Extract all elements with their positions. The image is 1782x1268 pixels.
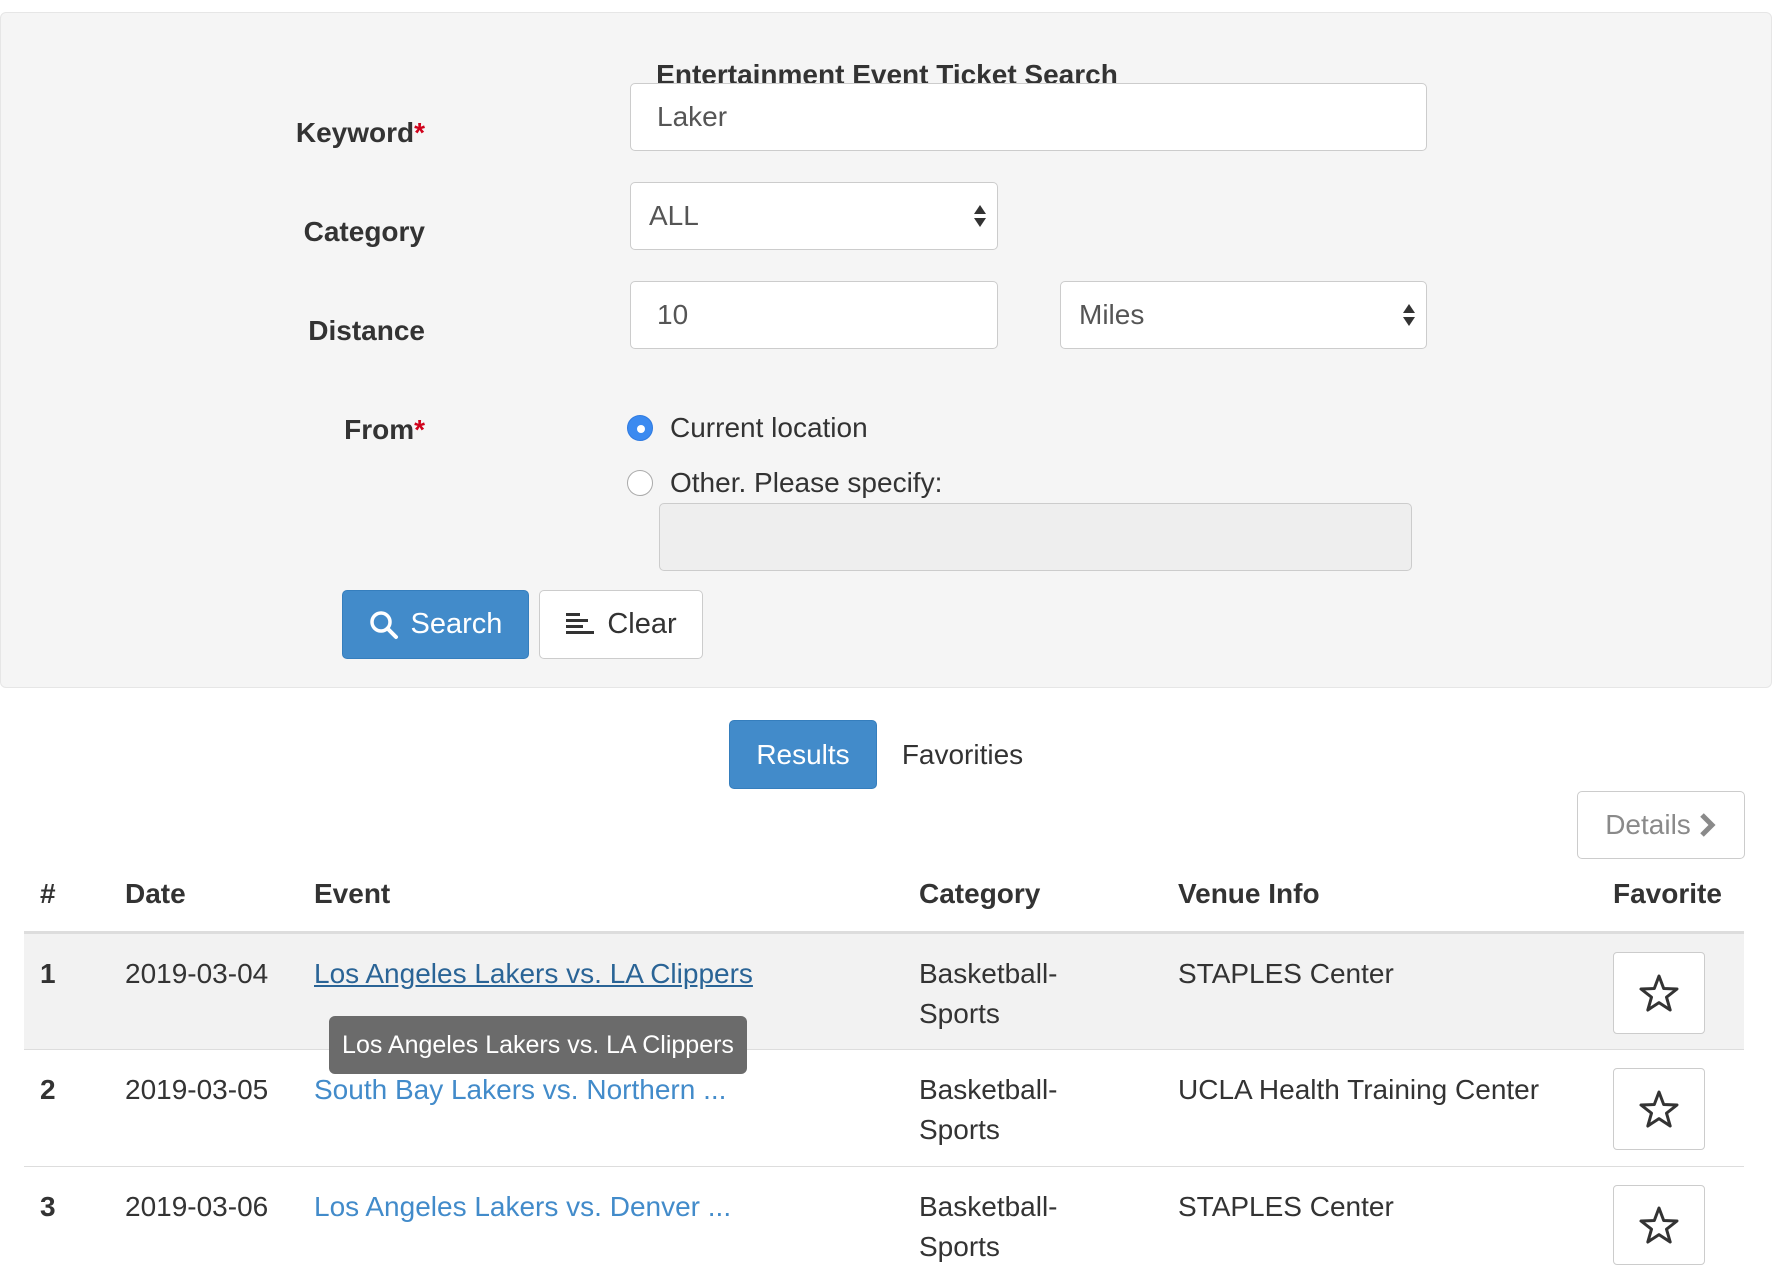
tab-results[interactable]: Results	[729, 720, 877, 789]
chevron-right-icon	[1700, 813, 1716, 837]
current-location-radio[interactable]	[627, 415, 653, 441]
event-date: 2019-03-04	[125, 958, 269, 989]
event-link[interactable]: Los Angeles Lakers vs. Denver ...	[314, 1187, 731, 1227]
header-date: Date	[125, 878, 186, 909]
clear-button-label: Clear	[607, 608, 677, 640]
favorite-button[interactable]	[1613, 1185, 1705, 1265]
select-arrows-icon	[1403, 304, 1415, 326]
keyword-input-value: Laker	[657, 101, 728, 132]
favorite-button[interactable]	[1613, 952, 1705, 1034]
header-number: #	[40, 878, 56, 909]
event-name-tooltip: Los Angeles Lakers vs. LA Clippers	[329, 1016, 747, 1074]
header-venue-info: Venue Info	[1178, 878, 1320, 909]
event-category: Basketball- Sports	[919, 1074, 1058, 1145]
clear-button[interactable]: Clear	[539, 590, 703, 659]
venue-info: STAPLES Center	[1178, 958, 1394, 989]
keyword-input[interactable]: Laker	[630, 83, 1427, 151]
event-link[interactable]: South Bay Lakers vs. Northern ...	[314, 1070, 726, 1110]
venue-info: STAPLES Center	[1178, 1191, 1394, 1222]
table-row: 3 2019-03-06 Los Angeles Lakers vs. Denv…	[24, 1168, 1744, 1268]
current-location-label: Current location	[670, 412, 868, 443]
distance-unit-value: Miles	[1079, 299, 1145, 330]
category-select[interactable]: ALL	[630, 182, 998, 250]
clear-icon	[566, 612, 595, 634]
details-button[interactable]: Details	[1577, 791, 1745, 859]
distance-unit-select[interactable]: Miles	[1060, 281, 1427, 349]
header-favorite: Favorite	[1613, 878, 1722, 909]
other-location-radio[interactable]	[627, 470, 653, 496]
from-label: From*	[344, 414, 425, 445]
star-icon	[1639, 1090, 1679, 1128]
event-category: Basketball- Sports	[919, 1191, 1058, 1262]
table-row: 1 2019-03-04 Los Angeles Lakers vs. LA C…	[24, 934, 1744, 1050]
table-row: 2 2019-03-05 South Bay Lakers vs. Northe…	[24, 1051, 1744, 1167]
row-number: 1	[40, 958, 56, 989]
required-asterisk: *	[414, 117, 425, 148]
other-location-input[interactable]	[659, 503, 1412, 571]
search-button-label: Search	[410, 608, 503, 640]
select-arrows-icon	[974, 205, 986, 227]
distance-input-value: 10	[657, 299, 689, 330]
search-button[interactable]: Search	[342, 590, 529, 659]
distance-label: Distance	[308, 315, 425, 346]
event-date: 2019-03-05	[125, 1074, 269, 1105]
header-event: Event	[314, 878, 391, 909]
event-category: Basketball- Sports	[919, 958, 1058, 1029]
venue-info: UCLA Health Training Center	[1178, 1074, 1540, 1105]
star-icon	[1639, 974, 1679, 1012]
category-select-value: ALL	[649, 200, 699, 231]
keyword-label: Keyword*	[295, 117, 425, 148]
distance-input[interactable]: 10	[630, 281, 998, 349]
event-date: 2019-03-06	[125, 1191, 269, 1222]
star-icon	[1639, 1206, 1679, 1244]
row-number: 2	[40, 1074, 56, 1105]
required-asterisk: *	[414, 414, 425, 445]
category-label: Category	[303, 216, 425, 247]
details-button-label: Details	[1605, 809, 1691, 840]
other-location-label: Other. Please specify:	[670, 467, 943, 498]
event-link[interactable]: Los Angeles Lakers vs. LA Clippers	[314, 954, 753, 994]
search-icon	[369, 610, 398, 639]
header-category: Category	[919, 878, 1041, 909]
search-form-panel: Entertainment Event Ticket Search Keywor…	[0, 12, 1772, 688]
row-number: 3	[40, 1191, 56, 1222]
tab-favorites[interactable]: Favorities	[885, 720, 1040, 789]
favorite-button[interactable]	[1613, 1068, 1705, 1150]
